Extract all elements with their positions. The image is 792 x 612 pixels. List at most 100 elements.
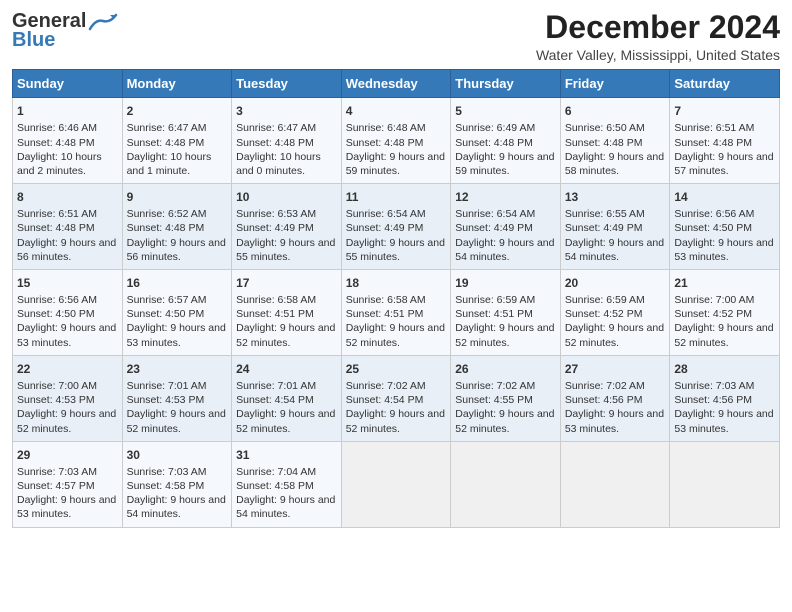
sunrise-text: Sunrise: 7:01 AM (236, 380, 316, 392)
calendar-cell (451, 441, 561, 527)
sunrise-text: Sunrise: 6:49 AM (455, 122, 535, 134)
daylight-text: Daylight: 9 hours and 57 minutes. (674, 151, 773, 177)
sunrise-text: Sunrise: 6:53 AM (236, 208, 316, 220)
day-number: 27 (565, 361, 666, 377)
daylight-text: Daylight: 9 hours and 54 minutes. (236, 494, 335, 520)
sunset-text: Sunset: 4:52 PM (674, 308, 752, 320)
sunrise-text: Sunrise: 6:56 AM (674, 208, 754, 220)
calendar-cell: 2Sunrise: 6:47 AMSunset: 4:48 PMDaylight… (122, 98, 232, 184)
sunset-text: Sunset: 4:51 PM (455, 308, 533, 320)
daylight-text: Daylight: 9 hours and 56 minutes. (17, 237, 116, 263)
calendar-week-3: 15 Sunrise: 6:56 AM Sunset: 4:50 PM Dayligh… (13, 269, 780, 355)
sunrise-text: Sunrise: 6:58 AM (346, 294, 426, 306)
calendar-cell: 7Sunrise: 6:51 AMSunset: 4:48 PMDaylight… (670, 98, 780, 184)
day-number: 15 (17, 275, 118, 291)
sunrise-text: Sunrise: 7:02 AM (565, 380, 645, 392)
day-number: 21 (674, 275, 775, 291)
sunrise-text: Sunrise: 6:48 AM (346, 122, 426, 134)
daylight-text: Daylight: 9 hours and 52 minutes. (346, 322, 445, 348)
sunset-text: Sunset: 4:49 PM (455, 222, 533, 234)
day-number: 6 (565, 103, 666, 119)
sunrise-text: Sunrise: 6:56 AM (17, 294, 97, 306)
sunrise-text: Sunrise: 6:59 AM (455, 294, 535, 306)
calendar-cell: 15Sunrise: 6:56 AMSunset: 4:50 PMDayligh… (13, 269, 123, 355)
sunset-text: Sunset: 4:58 PM (236, 480, 314, 492)
title-block: December 2024 Water Valley, Mississippi,… (536, 10, 780, 63)
sunset-text: Sunset: 4:48 PM (565, 137, 643, 149)
daylight-text: Daylight: 9 hours and 53 minutes. (17, 494, 116, 520)
sunset-text: Sunset: 4:58 PM (127, 480, 205, 492)
day-header-tuesday: Tuesday (232, 70, 342, 98)
sunset-text: Sunset: 4:50 PM (127, 308, 205, 320)
daylight-text: Daylight: 9 hours and 52 minutes. (565, 322, 664, 348)
day-number: 20 (565, 275, 666, 291)
sunrise-text: Sunrise: 6:50 AM (565, 122, 645, 134)
sunrise-text: Sunrise: 6:51 AM (17, 208, 97, 220)
calendar-cell (670, 441, 780, 527)
calendar-cell (341, 441, 451, 527)
daylight-text: Daylight: 9 hours and 52 minutes. (455, 322, 554, 348)
daylight-text: Daylight: 9 hours and 54 minutes. (565, 237, 664, 263)
daylight-text: Daylight: 9 hours and 52 minutes. (17, 408, 116, 434)
page-title: December 2024 (536, 10, 780, 45)
day-header-saturday: Saturday (670, 70, 780, 98)
sunset-text: Sunset: 4:56 PM (674, 394, 752, 406)
calendar-table: SundayMondayTuesdayWednesdayThursdayFrid… (12, 69, 780, 527)
logo-blue: Blue (12, 29, 55, 52)
sunset-text: Sunset: 4:51 PM (236, 308, 314, 320)
day-number: 23 (127, 361, 228, 377)
day-number: 7 (674, 103, 775, 119)
daylight-text: Daylight: 10 hours and 1 minute. (127, 151, 212, 177)
sunset-text: Sunset: 4:52 PM (565, 308, 643, 320)
sunset-text: Sunset: 4:50 PM (17, 308, 95, 320)
calendar-cell: 17Sunrise: 6:58 AMSunset: 4:51 PMDayligh… (232, 269, 342, 355)
daylight-text: Daylight: 9 hours and 52 minutes. (455, 408, 554, 434)
calendar-cell: 25Sunrise: 7:02 AMSunset: 4:54 PMDayligh… (341, 355, 451, 441)
calendar-cell: 29Sunrise: 7:03 AMSunset: 4:57 PMDayligh… (13, 441, 123, 527)
sunset-text: Sunset: 4:48 PM (127, 222, 205, 234)
sunset-text: Sunset: 4:54 PM (346, 394, 424, 406)
sunset-text: Sunset: 4:54 PM (236, 394, 314, 406)
calendar-body: 1 Sunrise: 6:46 AM Sunset: 4:48 PM Daylight… (13, 98, 780, 527)
daylight-text: Daylight: 9 hours and 52 minutes. (674, 322, 773, 348)
calendar-cell: 3Sunrise: 6:47 AMSunset: 4:48 PMDaylight… (232, 98, 342, 184)
day-number: 8 (17, 189, 118, 205)
calendar-cell: 12Sunrise: 6:54 AMSunset: 4:49 PMDayligh… (451, 184, 561, 270)
day-number: 4 (346, 103, 447, 119)
calendar-cell: 28Sunrise: 7:03 AMSunset: 4:56 PMDayligh… (670, 355, 780, 441)
sunrise-text: Sunrise: 7:04 AM (236, 466, 316, 478)
sunset-text: Sunset: 4:57 PM (17, 480, 95, 492)
day-number: 13 (565, 189, 666, 205)
daylight-text: Daylight: 9 hours and 53 minutes. (127, 322, 226, 348)
sunrise-text: Sunrise: 7:01 AM (127, 380, 207, 392)
day-header-wednesday: Wednesday (341, 70, 451, 98)
sunset-text: Sunset: 4:50 PM (674, 222, 752, 234)
day-number: 28 (674, 361, 775, 377)
sunrise-text: Sunrise: 6:47 AM (127, 122, 207, 134)
page-container: General Blue December 2024 Water Valley,… (0, 0, 792, 536)
day-header-thursday: Thursday (451, 70, 561, 98)
calendar-week-2: 8 Sunrise: 6:51 AM Sunset: 4:48 PM Daylight… (13, 184, 780, 270)
daylight-text: Daylight: 9 hours and 55 minutes. (236, 237, 335, 263)
day-header-sunday: Sunday (13, 70, 123, 98)
day-number: 9 (127, 189, 228, 205)
sunrise-text: Sunrise: 6:46 AM (17, 122, 97, 134)
calendar-cell: 16Sunrise: 6:57 AMSunset: 4:50 PMDayligh… (122, 269, 232, 355)
sunset-text: Sunset: 4:48 PM (17, 222, 95, 234)
daylight-text: Daylight: 9 hours and 59 minutes. (346, 151, 445, 177)
daylight-text: Daylight: 10 hours and 0 minutes. (236, 151, 321, 177)
calendar-cell: 22Sunrise: 7:00 AMSunset: 4:53 PMDayligh… (13, 355, 123, 441)
calendar-cell: 20Sunrise: 6:59 AMSunset: 4:52 PMDayligh… (560, 269, 670, 355)
calendar-cell: 31Sunrise: 7:04 AMSunset: 4:58 PMDayligh… (232, 441, 342, 527)
sunset-text: Sunset: 4:55 PM (455, 394, 533, 406)
day-number: 1 (17, 103, 118, 119)
day-number: 24 (236, 361, 337, 377)
sunrise-text: Sunrise: 7:00 AM (674, 294, 754, 306)
sunrise-text: Sunrise: 6:58 AM (236, 294, 316, 306)
calendar-header: SundayMondayTuesdayWednesdayThursdayFrid… (13, 70, 780, 98)
sunrise-text: Sunrise: 6:52 AM (127, 208, 207, 220)
daylight-text: Daylight: 9 hours and 52 minutes. (346, 408, 445, 434)
daylight-text: Daylight: 9 hours and 53 minutes. (565, 408, 664, 434)
days-of-week-row: SundayMondayTuesdayWednesdayThursdayFrid… (13, 70, 780, 98)
day-header-friday: Friday (560, 70, 670, 98)
